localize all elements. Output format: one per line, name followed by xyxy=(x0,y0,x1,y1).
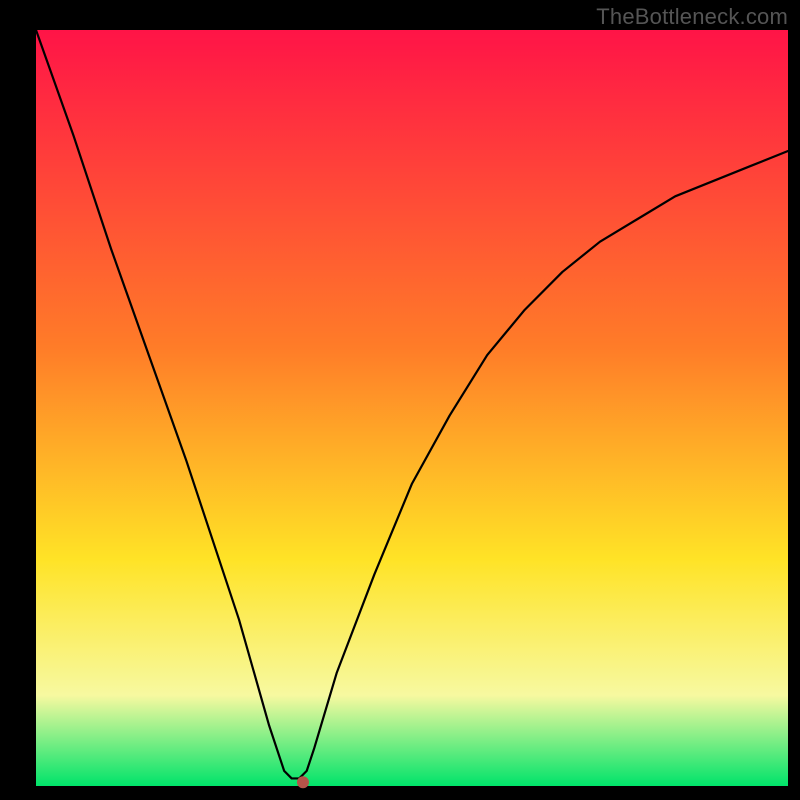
bottleneck-chart xyxy=(0,0,800,800)
plot-background xyxy=(36,30,788,786)
chart-frame: TheBottleneck.com xyxy=(0,0,800,800)
optimum-marker-icon xyxy=(297,776,309,788)
watermark-text: TheBottleneck.com xyxy=(596,4,788,30)
